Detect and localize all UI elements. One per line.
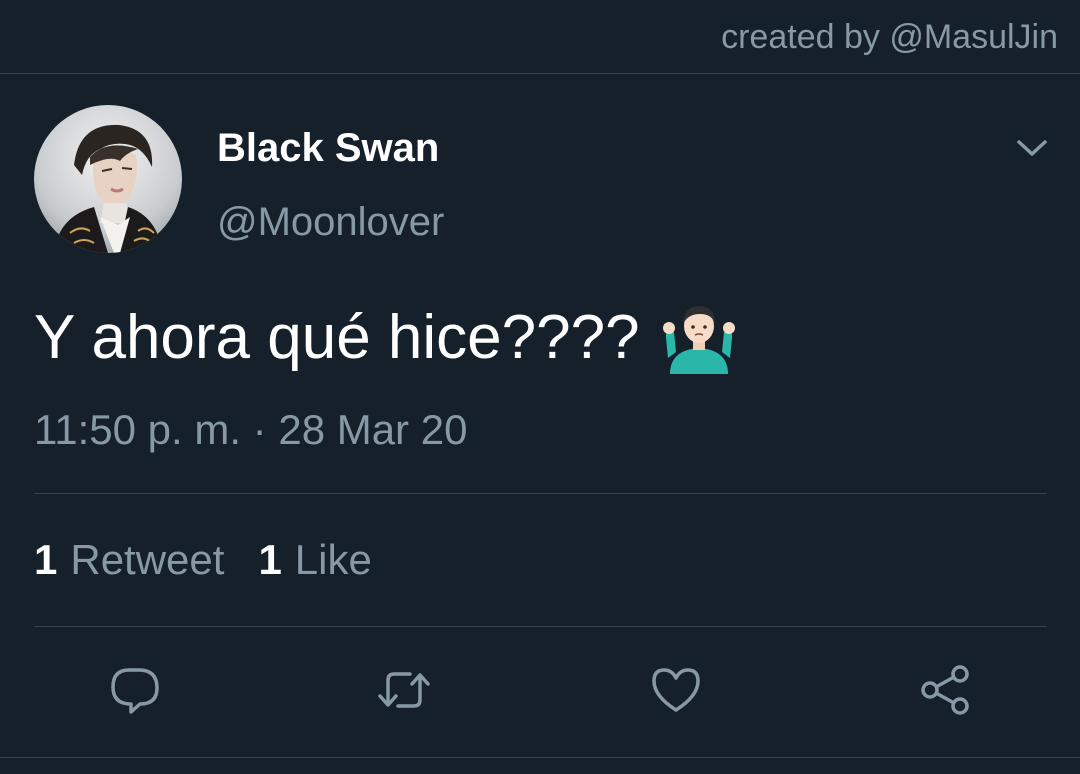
avatar[interactable] <box>34 105 182 253</box>
likes-stat[interactable]: 1 Like <box>258 536 371 584</box>
tweet-stats: 1 Retweet 1 Like <box>34 536 406 584</box>
like-heart-icon[interactable] <box>648 662 704 718</box>
top-bar: created by @MasulJin <box>0 0 1080 74</box>
watermark-credit: created by @MasulJin <box>721 18 1058 56</box>
likes-count: 1 <box>258 536 282 583</box>
retweets-count: 1 <box>34 536 58 583</box>
chevron-down-icon[interactable] <box>1012 128 1052 168</box>
tweet-timestamp[interactable]: 11:50 p. m. · 28 Mar 20 <box>34 406 467 454</box>
retweet-icon[interactable] <box>376 662 432 718</box>
tweet-text: Y ahora qué hice???? <box>34 300 736 374</box>
divider <box>34 493 1047 494</box>
retweets-stat[interactable]: 1 Retweet <box>34 536 224 584</box>
user-handle[interactable]: @Moonlover <box>217 200 444 245</box>
share-icon[interactable] <box>918 662 974 718</box>
display-name[interactable]: Black Swan <box>217 126 439 171</box>
reply-icon[interactable] <box>107 662 163 718</box>
person-shrugging-emoji-icon <box>662 300 736 374</box>
divider <box>34 626 1047 627</box>
retweets-label: Retweet <box>70 536 225 583</box>
likes-label: Like <box>294 536 372 583</box>
tweet-text-content: Y ahora qué hice???? <box>34 302 640 372</box>
bottom-divider <box>0 757 1080 758</box>
